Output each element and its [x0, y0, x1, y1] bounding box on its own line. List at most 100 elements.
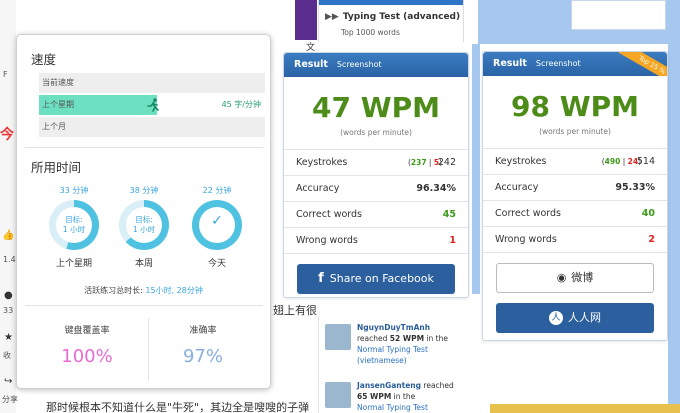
share-icon[interactable]: ↪: [4, 376, 12, 387]
speed-row-label: 当前速度: [42, 78, 74, 87]
speed-row-value: 45 字/分钟: [221, 100, 261, 109]
bg-behind-text: 翅上有很: [273, 304, 317, 317]
progress-ring: 目标: 1 小时: [49, 200, 99, 250]
background-blue-right: [668, 44, 680, 413]
keystrokes-correct: 237: [410, 158, 427, 167]
wrong-words-label: Wrong words: [495, 234, 557, 245]
ring-goal-time: 1 小时: [132, 225, 156, 234]
progress-ring: 目标: 1 小时: [119, 200, 169, 250]
feed-test-link[interactable]: Normal Typing Test: [357, 345, 428, 354]
feed-item-text: NguynDuyTmAnh reached 52 WPM in the Norm…: [357, 322, 465, 366]
speed-row-last-month: 上个月: [39, 117, 265, 137]
stats-popup: 速度 当前速度 上个星期 45 字/分钟 上个月 所用时间 33 分钟 目标: …: [16, 34, 271, 389]
bg-left-text-5: 收: [3, 351, 11, 360]
comment-icon[interactable]: ●: [4, 290, 13, 301]
feed-wpm: 65 WPM: [357, 392, 392, 401]
share-facebook-label: Share on Facebook: [329, 272, 434, 285]
background-white-box: [571, 0, 666, 30]
screenshot-tab[interactable]: Screenshot: [536, 59, 581, 68]
accuracy-label: 准确率: [189, 326, 217, 336]
feed-lang[interactable]: (vietnamese): [357, 356, 407, 365]
keystrokes-label: Keystrokes: [296, 157, 348, 168]
avatar[interactable]: [325, 382, 351, 408]
accuracy-value: 97%: [182, 346, 223, 367]
feed-wpm: 52 WPM: [389, 334, 425, 343]
ring-center: 目标: 1 小时: [56, 207, 92, 243]
keystrokes-row: Keystrokes (490 | 24) 514: [483, 149, 667, 175]
feed-user-name[interactable]: NguynDuyTmAnh: [357, 323, 430, 332]
keystrokes-breakdown: (490 | 24): [601, 157, 641, 166]
wpm-value: 47 WPM: [312, 91, 440, 124]
screenshot-tab[interactable]: Screenshot: [337, 60, 382, 69]
result-rows: Keystrokes (490 | 24) 514 Accuracy 95.33…: [483, 148, 667, 253]
typing-test-title[interactable]: ▶▶ Typing Test (advanced): [325, 12, 460, 22]
ring-top-label: 38 分钟: [129, 186, 159, 195]
star-icon[interactable]: ★: [4, 332, 13, 343]
ring-today: 22 分钟 ✓ 今天: [182, 185, 252, 269]
feed-test-link[interactable]: Normal Typing Test (indonesian): [357, 403, 428, 413]
feed-reached: reached: [423, 381, 454, 390]
speed-title: 速度: [31, 52, 57, 67]
accuracy-row-label: Accuracy: [495, 182, 539, 193]
share-renren-label: 人人网: [568, 311, 601, 324]
wpm-subtitle: (words per minute): [539, 127, 611, 136]
background-blue-mid: [472, 44, 480, 294]
ring-bottom-label: 上个星期: [55, 259, 92, 269]
active-total-value: 15小时, 28分钟: [145, 286, 203, 295]
share-renren-button[interactable]: 人人人网: [496, 303, 654, 333]
ring-center: ✓: [199, 207, 235, 243]
feed-item[interactable]: JansenGanteng reached 65 WPM in the Norm…: [325, 380, 465, 413]
avatar[interactable]: [325, 324, 351, 350]
renren-icon: 人: [549, 311, 563, 325]
like-icon[interactable]: 👍: [2, 230, 14, 241]
speed-row-last-week: 上个星期 45 字/分钟: [39, 95, 265, 115]
correct-words-value: 45: [442, 209, 456, 220]
weibo-icon: ◉: [556, 271, 567, 284]
accuracy-row-value: 95.33%: [615, 182, 655, 193]
result-card-right: Result Screenshot Top 15 % 98 WPM (words…: [482, 51, 668, 341]
ring-top-label: 22 分钟: [202, 186, 232, 195]
speed-row-label: 上个星期: [42, 100, 74, 109]
keystrokes-total: 514: [636, 156, 655, 167]
ring-bottom-label: 本周: [134, 259, 153, 269]
result-title: Result: [294, 59, 328, 70]
feed-in: in the: [426, 334, 448, 343]
speed-row-current: 当前速度: [39, 73, 265, 93]
accuracy-row-value: 96.34%: [416, 183, 456, 194]
result-rows: Keystrokes (237 | 5) 242 Accuracy 96.34%…: [284, 149, 468, 254]
ring-bottom-label: 今天: [207, 259, 226, 269]
typing-test-card[interactable]: ▶▶ Typing Test (advanced) Top 1000 words: [318, 0, 464, 42]
progress-ring: ✓: [192, 200, 242, 250]
wrong-words-value: 1: [449, 235, 456, 246]
accuracy-row-label: Accuracy: [296, 183, 340, 194]
result-header: Result Screenshot Top 15 %: [483, 52, 667, 76]
bg-left-text-1: F: [3, 70, 8, 79]
background-yellow-bar: [490, 404, 680, 413]
divider: [25, 305, 263, 306]
feed-item[interactable]: NguynDuyTmAnh reached 52 WPM in the Norm…: [325, 322, 465, 366]
ring-this-week: 38 分钟 目标: 1 小时 本周: [109, 185, 179, 269]
active-total: 活跃练习总时长: 15小时, 28分钟: [17, 285, 270, 296]
bg-left-text-2: 今: [0, 127, 14, 143]
share-facebook-button[interactable]: f Share on Facebook: [297, 264, 455, 294]
accuracy-metric: 准确率 97%: [143, 323, 263, 367]
keystrokes-total: 242: [437, 157, 456, 168]
typing-test-top-bar: [319, 0, 463, 5]
typing-test-subtitle: Top 1000 words: [341, 28, 400, 37]
wrong-words-value: 2: [648, 234, 655, 245]
correct-words-row: Correct words 45: [284, 202, 468, 228]
bg-left-text-4: 33: [3, 306, 14, 315]
wpm-value: 98 WPM: [511, 90, 639, 123]
feed-user-name[interactable]: JansenGanteng: [357, 381, 421, 390]
accuracy-row: Accuracy 95.33%: [483, 175, 667, 201]
share-weibo-button[interactable]: ◉ 微博: [496, 263, 654, 293]
background-purple-block: [295, 0, 317, 40]
correct-words-label: Correct words: [495, 208, 561, 219]
keystrokes-label: Keystrokes: [495, 156, 547, 167]
correct-words-row: Correct words 40: [483, 201, 667, 227]
accuracy-row: Accuracy 96.34%: [284, 176, 468, 202]
bg-left-text-6: 分享: [2, 395, 18, 404]
feed-reached: reached: [357, 334, 388, 343]
bg-bottom-text: 那时候根本不知道什么是"牛死"，其边全是嗖嗖的子弹: [46, 401, 310, 413]
ring-goal-label: 目标:: [135, 215, 153, 224]
